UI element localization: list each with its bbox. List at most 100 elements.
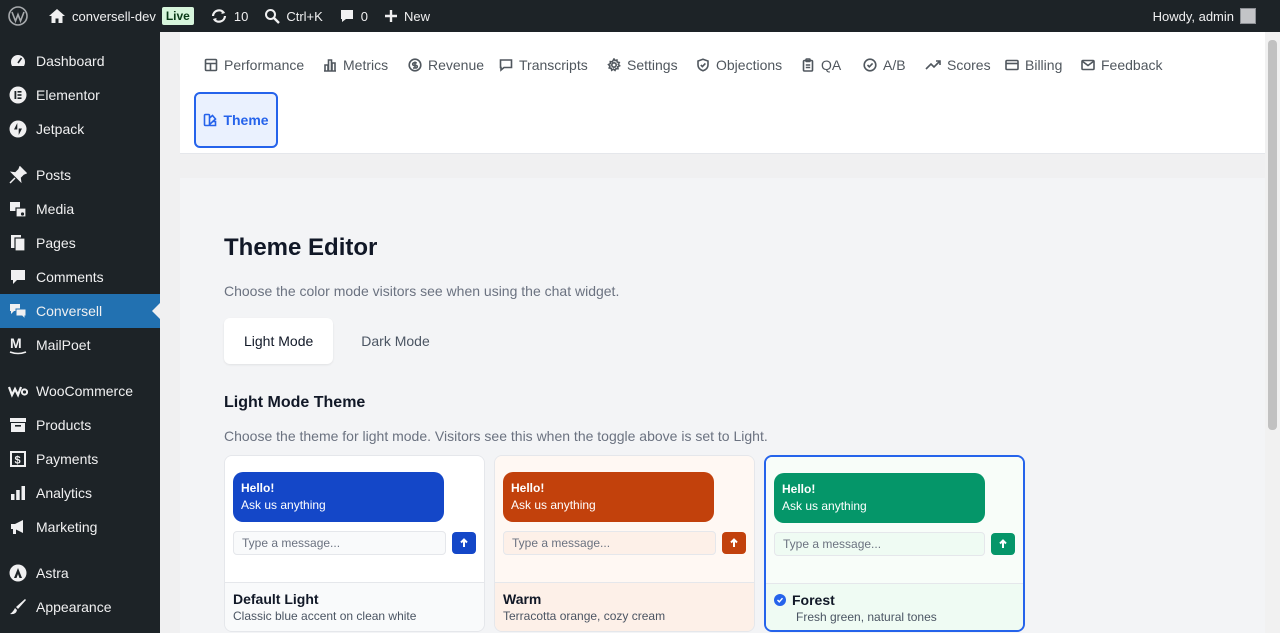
chat-bubble: Hello! Ask us anything bbox=[233, 472, 444, 522]
arrow-up-icon bbox=[730, 538, 738, 547]
wordpress-logo-icon bbox=[8, 6, 28, 26]
mode-tabs: Light Mode Dark Mode bbox=[224, 318, 450, 364]
card-footer: Forest Fresh green, natural tones bbox=[766, 583, 1023, 630]
theme-card-warm[interactable]: Hello! Ask us anything Type a message...… bbox=[494, 455, 755, 632]
tab-light-mode[interactable]: Light Mode bbox=[224, 318, 334, 364]
coin-icon bbox=[408, 58, 422, 72]
comments-link[interactable]: 0 bbox=[331, 0, 376, 32]
tab-objections[interactable]: Objections bbox=[696, 51, 782, 79]
tab-feedback[interactable]: Feedback bbox=[1081, 51, 1162, 79]
avatar bbox=[1240, 8, 1256, 24]
message-input-preview: Type a message... bbox=[774, 532, 986, 556]
theme-card-forest[interactable]: Hello! Ask us anything Type a message...… bbox=[764, 455, 1025, 632]
arrow-up-icon bbox=[999, 539, 1007, 548]
sidebar-item-conversell[interactable]: Conversell bbox=[0, 294, 160, 328]
updates-link[interactable]: 10 bbox=[202, 0, 256, 32]
sidebar-item-label: Jetpack bbox=[36, 121, 85, 137]
tab-theme[interactable]: Theme bbox=[194, 92, 278, 148]
archive-icon bbox=[8, 415, 28, 435]
chat-bubble: Hello! Ask us anything bbox=[774, 473, 985, 523]
sidebar-item-astra[interactable]: Astra bbox=[0, 556, 160, 590]
sidebar-item-comments[interactable]: Comments bbox=[0, 260, 160, 294]
sidebar-item-woocommerce[interactable]: WooCommerce bbox=[0, 374, 160, 408]
tab-qa[interactable]: QA bbox=[801, 51, 841, 79]
send-button-preview bbox=[722, 532, 746, 554]
sidebar-item-jetpack[interactable]: Jetpack bbox=[0, 112, 160, 146]
sidebar-item-posts[interactable]: Posts bbox=[0, 158, 160, 192]
sidebar-item-label: Astra bbox=[36, 565, 69, 581]
main-content: Performance Metrics Revenue Transcripts … bbox=[160, 32, 1265, 633]
sidebar-item-label: Analytics bbox=[36, 485, 93, 501]
wordpress-menu[interactable] bbox=[0, 0, 40, 32]
pages-icon bbox=[8, 233, 28, 253]
tab-transcripts[interactable]: Transcripts bbox=[499, 51, 588, 79]
theme-name: Forest bbox=[774, 592, 1015, 608]
theme-name: Warm bbox=[503, 591, 542, 607]
gear-icon bbox=[607, 58, 621, 72]
refresh-icon bbox=[211, 9, 226, 23]
tab-billing[interactable]: Billing bbox=[1005, 51, 1062, 79]
search-icon bbox=[265, 9, 281, 24]
send-button-preview bbox=[452, 532, 476, 554]
message-input-preview: Type a message... bbox=[503, 531, 717, 555]
sidebar-item-label: Pages bbox=[36, 235, 76, 251]
svg-text:$: $ bbox=[15, 455, 21, 467]
chat-preview: Hello! Ask us anything Type a message... bbox=[495, 456, 754, 582]
megaphone-icon bbox=[8, 517, 28, 537]
comments-count: 0 bbox=[360, 8, 369, 24]
page-scrollbar[interactable] bbox=[1265, 32, 1280, 633]
dashboard-icon bbox=[8, 51, 28, 71]
scrollbar-thumb[interactable] bbox=[1268, 40, 1277, 430]
new-label: New bbox=[404, 8, 431, 24]
site-name-link[interactable]: conversell-dev Live bbox=[40, 0, 202, 32]
selected-check-icon bbox=[774, 594, 786, 606]
tab-settings[interactable]: Settings bbox=[607, 51, 678, 79]
tab-revenue[interactable]: Revenue bbox=[408, 51, 484, 79]
comment-icon bbox=[340, 10, 353, 22]
theme-cards: Hello! Ask us anything Type a message...… bbox=[224, 455, 1025, 632]
tab-ab[interactable]: A/B bbox=[863, 51, 906, 79]
section-subtitle: Choose the theme for light mode. Visitor… bbox=[224, 428, 768, 444]
card-footer: Warm Terracotta orange, cozy cream bbox=[495, 582, 754, 631]
sidebar-item-pages[interactable]: Pages bbox=[0, 226, 160, 260]
account-menu[interactable]: Howdy, admin bbox=[1145, 0, 1280, 32]
home-icon bbox=[49, 9, 65, 23]
check-circle-icon bbox=[863, 58, 877, 72]
sidebar-item-analytics[interactable]: Analytics bbox=[0, 476, 160, 510]
sidebar-item-mailpoet[interactable]: M MailPoet bbox=[0, 328, 160, 362]
sidebar-item-products[interactable]: Products bbox=[0, 408, 160, 442]
chat-bubble: Hello! Ask us anything bbox=[503, 472, 714, 522]
bar-chart-icon bbox=[324, 59, 336, 72]
tab-performance[interactable]: Performance bbox=[204, 51, 304, 79]
sidebar-item-appearance[interactable]: Appearance bbox=[0, 590, 160, 624]
sidebar-item-label: Payments bbox=[36, 451, 99, 467]
sidebar-item-dashboard[interactable]: Dashboard bbox=[0, 44, 160, 78]
trending-up-icon bbox=[925, 60, 941, 70]
new-content-link[interactable]: New bbox=[376, 0, 438, 32]
sidebar-item-label: WooCommerce bbox=[36, 383, 133, 399]
tab-scores[interactable]: Scores bbox=[925, 51, 991, 79]
command-search-link[interactable]: Ctrl+K bbox=[256, 0, 330, 32]
dollar-icon: $ bbox=[8, 449, 28, 469]
section-title: Light Mode Theme bbox=[224, 394, 366, 411]
sidebar-item-label: Appearance bbox=[36, 599, 112, 615]
sidebar-item-payments[interactable]: $ Payments bbox=[0, 442, 160, 476]
tab-metrics[interactable]: Metrics bbox=[323, 51, 388, 79]
chat-preview: Hello! Ask us anything Type a message... bbox=[766, 457, 1023, 583]
sidebar-item-media[interactable]: Media bbox=[0, 192, 160, 226]
arrow-up-icon bbox=[460, 538, 468, 547]
theme-card-default-light[interactable]: Hello! Ask us anything Type a message...… bbox=[224, 455, 485, 632]
tabs-bar: Performance Metrics Revenue Transcripts … bbox=[180, 32, 1265, 154]
elementor-icon bbox=[8, 85, 28, 105]
shield-icon bbox=[697, 58, 709, 72]
sidebar-item-label: MailPoet bbox=[36, 337, 91, 353]
sidebar-item-marketing[interactable]: Marketing bbox=[0, 510, 160, 544]
sidebar-item-elementor[interactable]: Elementor bbox=[0, 78, 160, 112]
layout-icon bbox=[204, 58, 218, 72]
tab-dark-mode[interactable]: Dark Mode bbox=[341, 318, 449, 364]
sidebar-item-label: Marketing bbox=[36, 519, 98, 535]
page-subtitle: Choose the color mode visitors see when … bbox=[224, 283, 620, 299]
svg-text:M: M bbox=[10, 335, 22, 351]
woo-icon bbox=[8, 381, 28, 401]
sidebar-item-label: Products bbox=[36, 417, 92, 433]
